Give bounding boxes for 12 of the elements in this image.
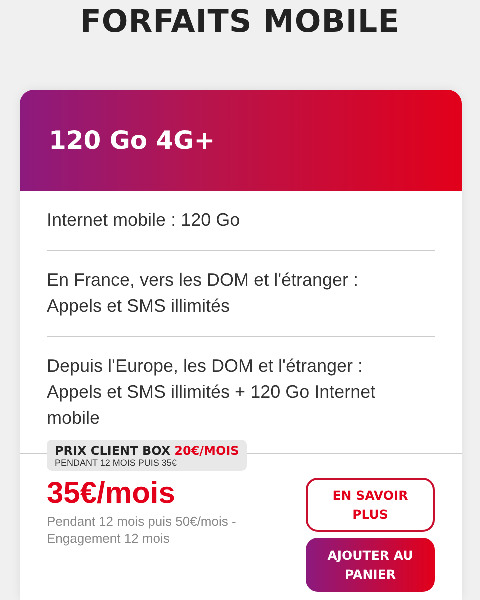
page-title: FORFAITS MOBILE	[80, 3, 400, 40]
promo-price: 20€/MOIS	[174, 444, 240, 458]
price: 35€/mois	[47, 477, 176, 511]
plan-name: 120 Go 4G+	[49, 126, 216, 155]
promo-note: PENDANT 12 MOIS PUIS 35€	[55, 458, 178, 468]
promo-label: PRIX CLIENT BOX	[55, 444, 171, 458]
more-info-button[interactable]: EN SAVOIR PLUS	[306, 478, 435, 532]
add-to-cart-button[interactable]: AJOUTER AU PANIER	[306, 538, 435, 592]
feature-text: En France, vers les DOM et l'étranger : Appels et SMS illimités	[47, 251, 435, 337]
feature-text: Depuis l'Europe, les DOM et l'étranger : Appels et SMS illimités + 120 Go Internet mobile	[47, 355, 377, 430]
feature-text: Internet mobile : 120 Go	[47, 191, 435, 251]
price-note: Pendant 12 mois puis 50€/mois - Engagement 12 mois	[47, 513, 238, 547]
